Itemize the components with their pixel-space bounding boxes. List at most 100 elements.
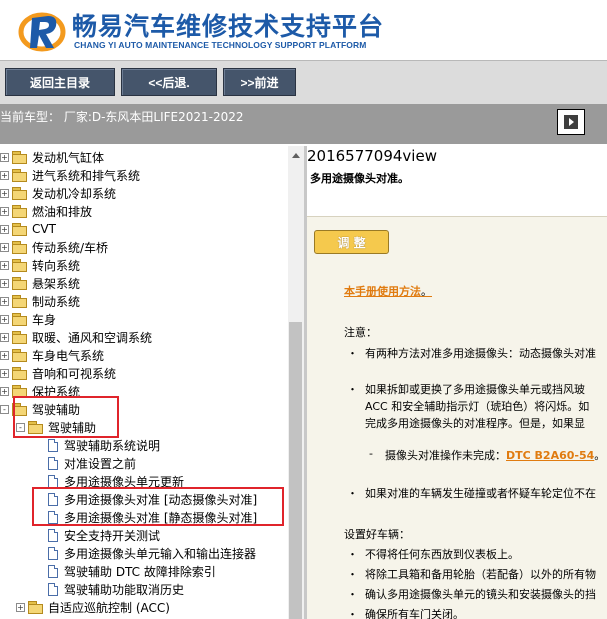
tree-doc-static-alignment[interactable]: 多用途摄像头对准 [静态摄像头对准]	[48, 508, 257, 526]
catalog-tree: + 发动机气缸体 + 进气系统和排气系统 + 发动机冷却系统 + 燃油和排放 + CVT …	[0, 146, 288, 619]
tree-item-label: CVT	[32, 222, 56, 236]
manual-usage-link[interactable]: 本手册使用方法。	[344, 283, 432, 299]
dtc-link[interactable]: DTC B2A60-54	[506, 449, 594, 462]
expand-icon[interactable]: +	[0, 206, 9, 216]
bullet-icon: ・	[347, 588, 358, 601]
tree-item-label: 驾驶辅助	[32, 402, 81, 417]
tree-item-body-electrical[interactable]: + 车身电气系统	[0, 346, 104, 364]
tree-item-body[interactable]: + 车身	[0, 310, 56, 328]
logo-icon	[18, 12, 66, 52]
setup-step-lens: 确认多用途摄像头单元的镜头和安装摄像头的挡	[365, 588, 596, 601]
collapse-icon[interactable]: -	[16, 422, 25, 432]
tree-item-driver-assist-sub[interactable]: - 驾驶辅助	[16, 418, 96, 436]
tree-item-label: 取暖、通风和空调系统	[32, 330, 153, 345]
document-icon	[48, 582, 58, 596]
tree-doc-cancel-history[interactable]: 驾驶辅助功能取消历史	[48, 580, 184, 598]
expand-icon[interactable]: +	[0, 368, 9, 378]
expand-icon[interactable]: +	[0, 278, 9, 288]
tree-item-engine-cooling[interactable]: + 发动机冷却系统	[0, 184, 116, 202]
adjust-button[interactable]: 调 整	[314, 230, 389, 254]
model-bar: 当前车型： 厂家:D-东风本田LIFE2021-2022	[0, 104, 607, 144]
document-icon	[48, 564, 58, 578]
toggle-panel-button[interactable]	[557, 109, 585, 135]
folder-icon	[12, 241, 27, 254]
expand-icon[interactable]: +	[0, 350, 9, 360]
bullet-icon: ・	[347, 548, 358, 561]
folder-icon	[12, 295, 27, 308]
note-replacement-line1: 如果拆卸或更换了多用途摄像头单元或挡风玻	[365, 383, 585, 396]
tree-doc-system-description[interactable]: 驾驶辅助系统说明	[48, 436, 160, 454]
tree-item-intake-exhaust[interactable]: + 进气系统和排气系统	[0, 166, 140, 184]
app-header: 畅易汽车维修技术支持平台 CHANG YI AUTO MAINTENANCE T…	[0, 0, 607, 60]
manual-link-text[interactable]: 本手册使用方法	[344, 285, 421, 298]
tree-item-cvt[interactable]: + CVT	[0, 220, 56, 238]
subnote-prefix: 摄像头对准操作未完成：	[385, 449, 506, 462]
tree-item-brakes[interactable]: + 制动系统	[0, 292, 80, 310]
bullet-icon: ・	[347, 608, 358, 619]
note-replacement-line3: 完成多用途摄像头的对准程序。但是，如果显	[365, 417, 585, 430]
tree-item-label: 多用途摄像头对准 [静态摄像头对准]	[64, 510, 258, 525]
bullet-icon: ・	[347, 568, 358, 581]
folder-icon	[12, 277, 27, 290]
expand-icon[interactable]: +	[16, 602, 25, 612]
folder-icon	[12, 349, 27, 362]
note-replacement-line2: ACC 和安全辅助指示灯（琥珀色）将闪烁。如	[365, 400, 590, 413]
expand-icon[interactable]: +	[0, 152, 9, 162]
subnote-suffix: 。	[594, 449, 606, 462]
dash-icon: -	[369, 447, 373, 460]
expand-icon[interactable]: +	[0, 242, 9, 252]
folder-icon	[12, 259, 27, 272]
tree-item-engine-block[interactable]: + 发动机气缸体	[0, 148, 104, 166]
tree-item-audio-visual[interactable]: + 音响和可视系统	[0, 364, 116, 382]
tree-doc-before-alignment[interactable]: 对准设置之前	[48, 454, 136, 472]
tree-item-hvac[interactable]: + 取暖、通风和空调系统	[0, 328, 152, 346]
note-collision: 如果对准的车辆发生碰撞或者怀疑车轮定位不在	[365, 487, 596, 500]
document-icon	[48, 528, 58, 542]
scroll-up-icon[interactable]	[292, 153, 300, 158]
tree-item-label: 转向系统	[32, 258, 81, 273]
tree-doc-camera-update[interactable]: 多用途摄像头单元更新	[48, 472, 184, 490]
folder-icon	[12, 313, 27, 326]
expand-icon[interactable]: +	[0, 170, 9, 180]
tree-doc-camera-connectors[interactable]: 多用途摄像头单元输入和输出连接器	[48, 544, 256, 562]
tree-item-label: 多用途摄像头单元更新	[64, 474, 185, 489]
scrollbar-thumb[interactable]	[289, 322, 302, 619]
back-to-main-button[interactable]: 返回主目录	[5, 68, 115, 96]
expand-icon[interactable]: +	[0, 260, 9, 270]
tree-item-label: 车身	[32, 312, 57, 327]
tree-item-drivetrain[interactable]: + 传动系统/车桥	[0, 238, 108, 256]
tree-item-label: 驾驶辅助功能取消历史	[64, 582, 185, 597]
tree-item-label: 悬架系统	[32, 276, 81, 291]
tree-doc-dynamic-alignment[interactable]: 多用途摄像头对准 [动态摄像头对准]	[48, 490, 257, 508]
tree-item-driver-assist[interactable]: - 驾驶辅助	[0, 400, 80, 418]
tree-item-label: 保护系统	[32, 384, 81, 399]
expand-icon[interactable]: +	[0, 224, 9, 234]
folder-icon	[12, 151, 27, 164]
expand-icon[interactable]: +	[0, 296, 9, 306]
app-subtitle: CHANG YI AUTO MAINTENANCE TECHNOLOGY SUP…	[74, 40, 367, 50]
tree-scrollbar[interactable]	[288, 146, 304, 619]
manual-link-suffix: 。	[421, 285, 432, 298]
tree-item-label: 安全支持开关测试	[64, 528, 161, 543]
back-button[interactable]: <<后退.	[121, 68, 217, 96]
tree-item-protection[interactable]: + 保护系统	[0, 382, 80, 400]
expand-icon[interactable]: +	[0, 314, 9, 324]
tree-item-acc[interactable]: + 自适应巡航控制 (ACC)	[16, 598, 170, 616]
expand-icon[interactable]: +	[0, 332, 9, 342]
notes-heading: 注意：	[344, 326, 377, 339]
forward-button[interactable]: >>前进	[223, 68, 296, 96]
tree-item-fuel-emission[interactable]: + 燃油和排放	[0, 202, 92, 220]
tree-item-steering[interactable]: + 转向系统	[0, 256, 80, 274]
document-icon	[48, 510, 58, 524]
folder-icon	[12, 385, 27, 398]
tree-doc-dtc-index[interactable]: 驾驶辅助 DTC 故障排除索引	[48, 562, 216, 580]
expand-icon[interactable]: +	[0, 386, 9, 396]
folder-icon	[12, 187, 27, 200]
collapse-icon[interactable]: -	[0, 404, 9, 414]
tree-doc-safety-switch-test[interactable]: 安全支持开关测试	[48, 526, 160, 544]
folder-icon	[12, 331, 27, 344]
current-model-text: 当前车型： 厂家:D-东风本田LIFE2021-2022	[0, 110, 244, 124]
expand-icon[interactable]: +	[0, 188, 9, 198]
tree-item-suspension[interactable]: + 悬架系统	[0, 274, 80, 292]
tree-item-label: 自适应巡航控制 (ACC)	[48, 600, 170, 615]
